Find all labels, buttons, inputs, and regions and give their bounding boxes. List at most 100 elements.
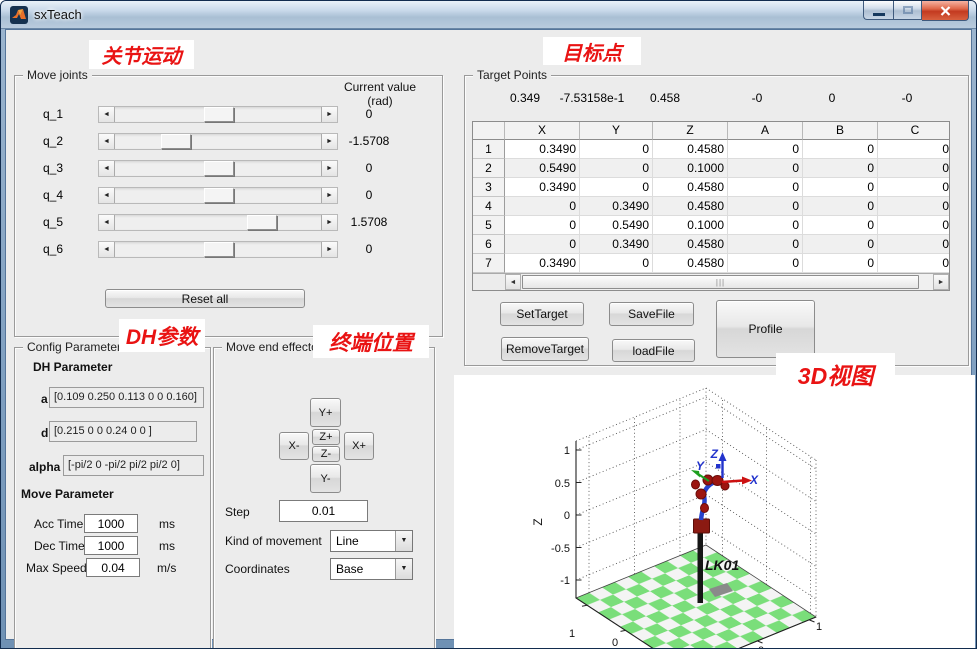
scroll-left-arrow-icon[interactable]: ◄: [505, 274, 521, 290]
table-cell-r2-X[interactable]: 0.5490: [505, 159, 580, 178]
table-cell-r5-X[interactable]: 0: [505, 216, 580, 235]
dh-a-field[interactable]: [0.109 0.250 0.113 0 0 0.160]: [49, 387, 204, 408]
table-cell-r3-Z[interactable]: 0.4580: [653, 178, 728, 197]
slider-left-arrow-icon[interactable]: ◄: [99, 161, 115, 176]
jog-y-plus-button[interactable]: Y+: [310, 398, 341, 427]
slider-left-arrow-icon[interactable]: ◄: [99, 242, 115, 257]
table-cell-r7-B[interactable]: 0: [803, 254, 878, 273]
slider-right-arrow-icon[interactable]: ►: [321, 161, 337, 176]
table-cell-r1-Z[interactable]: 0.4580: [653, 140, 728, 159]
row-number[interactable]: 2: [473, 159, 505, 178]
table-cell-r4-B[interactable]: 0: [803, 197, 878, 216]
table-cell-r7-Z[interactable]: 0.4580: [653, 254, 728, 273]
table-cell-r6-C[interactable]: 0: [878, 235, 950, 254]
slider-left-arrow-icon[interactable]: ◄: [99, 134, 115, 149]
coordinates-dropdown[interactable]: Base ▼: [330, 558, 413, 580]
slider-right-arrow-icon[interactable]: ►: [321, 134, 337, 149]
column-header-C[interactable]: C: [878, 122, 950, 140]
slider-thumb[interactable]: [247, 215, 277, 230]
table-cell-r2-C[interactable]: 0: [878, 159, 950, 178]
table-cell-r4-A[interactable]: 0: [728, 197, 803, 216]
jog-x-minus-button[interactable]: X-: [279, 432, 309, 460]
table-cell-r6-X[interactable]: 0: [505, 235, 580, 254]
table-cell-r4-Z[interactable]: 0.4580: [653, 197, 728, 216]
slider-thumb[interactable]: [204, 242, 234, 257]
scroll-right-arrow-icon[interactable]: ►: [933, 274, 949, 290]
joint-slider-q_4[interactable]: ◄►: [98, 187, 338, 204]
slider-thumb[interactable]: [204, 161, 234, 176]
joint-slider-q_3[interactable]: ◄►: [98, 160, 338, 177]
row-number[interactable]: 3: [473, 178, 505, 197]
row-number[interactable]: 6: [473, 235, 505, 254]
table-cell-r3-Y[interactable]: 0: [580, 178, 653, 197]
row-number[interactable]: 7: [473, 254, 505, 273]
column-header-Y[interactable]: Y: [580, 122, 653, 140]
dropdown-arrow-icon[interactable]: ▼: [395, 531, 412, 551]
table-cell-r3-C[interactable]: 0: [878, 178, 950, 197]
minimize-button[interactable]: [863, 1, 893, 20]
table-cell-r5-C[interactable]: 0: [878, 216, 950, 235]
movement-dropdown[interactable]: Line ▼: [330, 530, 413, 552]
remove-target-button[interactable]: RemoveTarget: [501, 337, 589, 361]
target-points-table[interactable]: XYZABC10.349000.458000020.549000.1000000…: [472, 121, 950, 291]
slider-left-arrow-icon[interactable]: ◄: [99, 215, 115, 230]
jog-x-plus-button[interactable]: X+: [344, 432, 374, 460]
slider-right-arrow-icon[interactable]: ►: [321, 188, 337, 203]
3d-view[interactable]: 1 0.5 0 -0.5 -1 1 0 -1 0 1 Z: [454, 375, 975, 649]
column-header-A[interactable]: A: [728, 122, 803, 140]
table-cell-r4-Y[interactable]: 0.3490: [580, 197, 653, 216]
table-cell-r6-B[interactable]: 0: [803, 235, 878, 254]
dh-alpha-field[interactable]: [-pi/2 0 -pi/2 pi/2 pi/2 0]: [63, 455, 204, 476]
acc-time-field[interactable]: 1000: [84, 514, 138, 533]
joint-slider-q_5[interactable]: ◄►: [98, 214, 338, 231]
table-cell-r7-X[interactable]: 0.3490: [505, 254, 580, 273]
joint-slider-q_1[interactable]: ◄►: [98, 106, 338, 123]
slider-right-arrow-icon[interactable]: ►: [321, 242, 337, 257]
slider-left-arrow-icon[interactable]: ◄: [99, 188, 115, 203]
slider-thumb[interactable]: [161, 134, 191, 149]
slider-left-arrow-icon[interactable]: ◄: [99, 107, 115, 122]
column-header-Z[interactable]: Z: [653, 122, 728, 140]
table-cell-r5-A[interactable]: 0: [728, 216, 803, 235]
table-cell-r7-A[interactable]: 0: [728, 254, 803, 273]
table-cell-r2-A[interactable]: 0: [728, 159, 803, 178]
table-cell-r1-X[interactable]: 0.3490: [505, 140, 580, 159]
table-cell-r3-X[interactable]: 0.3490: [505, 178, 580, 197]
table-cell-r2-Z[interactable]: 0.1000: [653, 159, 728, 178]
step-field[interactable]: 0.01: [279, 500, 368, 522]
jog-z-minus-button[interactable]: Z-: [312, 446, 340, 462]
row-number[interactable]: 5: [473, 216, 505, 235]
table-hscrollbar[interactable]: ◄ ►: [505, 273, 949, 290]
table-cell-r1-A[interactable]: 0: [728, 140, 803, 159]
joint-slider-q_6[interactable]: ◄►: [98, 241, 338, 258]
titlebar[interactable]: sxTeach: [1, 1, 976, 29]
table-cell-r2-B[interactable]: 0: [803, 159, 878, 178]
table-cell-r7-Y[interactable]: 0: [580, 254, 653, 273]
slider-right-arrow-icon[interactable]: ►: [321, 107, 337, 122]
max-speed-field[interactable]: 0.04: [86, 558, 140, 577]
table-cell-r5-B[interactable]: 0: [803, 216, 878, 235]
slider-thumb[interactable]: [204, 107, 234, 122]
dh-d-field[interactable]: [0.215 0 0 0.24 0 0 ]: [49, 421, 197, 442]
joint-slider-q_2[interactable]: ◄►: [98, 133, 338, 150]
column-header-B[interactable]: B: [803, 122, 878, 140]
table-cell-r6-Y[interactable]: 0.3490: [580, 235, 653, 254]
maximize-button[interactable]: [893, 1, 922, 20]
scrollbar-thumb[interactable]: [522, 275, 919, 289]
table-cell-r5-Z[interactable]: 0.1000: [653, 216, 728, 235]
slider-right-arrow-icon[interactable]: ►: [321, 215, 337, 230]
jog-z-plus-button[interactable]: Z+: [312, 429, 340, 445]
table-cell-r3-B[interactable]: 0: [803, 178, 878, 197]
table-cell-r2-Y[interactable]: 0: [580, 159, 653, 178]
jog-y-minus-button[interactable]: Y-: [310, 464, 341, 493]
slider-thumb[interactable]: [204, 188, 234, 203]
column-header-X[interactable]: X: [505, 122, 580, 140]
save-file-button[interactable]: SaveFile: [609, 302, 694, 326]
close-button[interactable]: [922, 1, 969, 21]
table-cell-r6-A[interactable]: 0: [728, 235, 803, 254]
profile-button[interactable]: Profile: [716, 300, 815, 358]
table-cell-r4-X[interactable]: 0: [505, 197, 580, 216]
load-file-button[interactable]: loadFile: [612, 339, 695, 362]
row-number[interactable]: 4: [473, 197, 505, 216]
set-target-button[interactable]: SetTarget: [500, 302, 584, 326]
